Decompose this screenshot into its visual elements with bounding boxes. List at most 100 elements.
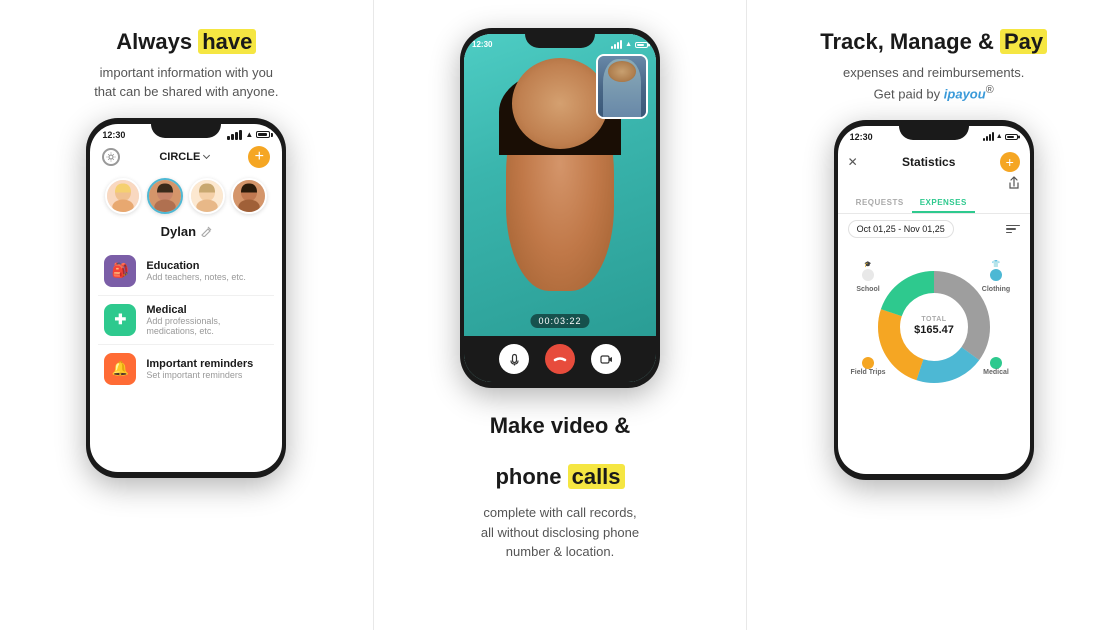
center-sub2: all without disclosing phone bbox=[481, 525, 639, 540]
signal-icons-left: ▲ bbox=[227, 130, 270, 140]
phone-body-left: 12:30 ▲ bbox=[86, 118, 286, 478]
status-time-center: 12:30 bbox=[472, 40, 492, 49]
tabs-row: REQUESTS EXPENSES bbox=[838, 194, 1030, 214]
center-heading: Make video & bbox=[490, 412, 631, 441]
rem-sub: Set important reminders bbox=[146, 370, 253, 380]
right-heading-plain: Track, Manage & bbox=[820, 29, 1000, 54]
right-sub: expenses and reimbursements. Get paid by… bbox=[843, 63, 1024, 104]
filter-line-2 bbox=[1006, 228, 1016, 230]
stat-header: ✕ Statistics + bbox=[838, 144, 1030, 176]
end-call-button[interactable] bbox=[545, 344, 575, 374]
med-title: Medical bbox=[146, 304, 268, 316]
right-sub2-plain: Get paid by bbox=[874, 86, 944, 101]
reminder-icon-wrap: 🔔 bbox=[104, 353, 136, 385]
phone-body-center: 12:30 ▲ bbox=[460, 28, 660, 388]
avatar-2[interactable] bbox=[147, 178, 183, 214]
right-sup: ® bbox=[986, 84, 994, 96]
stat-title: Statistics bbox=[902, 155, 955, 169]
center-phone-mockup: 12:30 ▲ bbox=[460, 28, 660, 388]
phone-body-right: 12:30 ▲ bbox=[834, 120, 1034, 480]
right-sub1: expenses and reimbursements. bbox=[843, 65, 1024, 80]
filter-icon[interactable] bbox=[1006, 225, 1020, 234]
heading-highlight: have bbox=[198, 29, 256, 54]
circle-text: CIRCLE bbox=[159, 151, 200, 163]
user-name-display: Dylan bbox=[90, 218, 282, 243]
center-panel: 12:30 ▲ bbox=[374, 0, 748, 630]
share-icon[interactable] bbox=[1008, 176, 1020, 190]
wifi-icon: ▲ bbox=[245, 130, 253, 139]
edit-icon bbox=[201, 226, 212, 237]
chart-area: TOTAL $165.47 🎓 School bbox=[838, 244, 1030, 404]
med-sub: Add professionals, medications, etc. bbox=[146, 316, 268, 336]
menu-item-education[interactable]: 🎒 Education Add teachers, notes, etc. bbox=[98, 247, 274, 296]
avatar-1[interactable] bbox=[105, 178, 141, 214]
education-icon-wrap: 🎒 bbox=[104, 255, 136, 287]
right-wifi-icon: ▲ bbox=[996, 133, 1003, 140]
menu-items-list: 🎒 Education Add teachers, notes, etc. ✚ bbox=[90, 243, 282, 397]
svg-text:Clothing: Clothing bbox=[981, 286, 1009, 293]
status-time-right: 12:30 bbox=[850, 132, 873, 142]
legend-school: 🎓 School bbox=[856, 261, 879, 293]
video-toggle-button[interactable] bbox=[591, 344, 621, 374]
right-phone-mockup: 12:30 ▲ bbox=[834, 120, 1034, 480]
right-heading: Track, Manage & Pay bbox=[820, 28, 1047, 57]
filter-line-3 bbox=[1006, 232, 1012, 234]
right-panel: Track, Manage & Pay expenses and reimbur… bbox=[747, 0, 1120, 630]
phone-screen-center: 12:30 ▲ bbox=[464, 34, 656, 382]
edu-sub: Add teachers, notes, etc. bbox=[146, 272, 246, 282]
date-range-button[interactable]: Oct 01,25 - Nov 01,25 bbox=[848, 220, 954, 238]
rem-title: Important reminders bbox=[146, 358, 253, 370]
stat-actions bbox=[838, 176, 1030, 194]
left-sub: important information with you that can … bbox=[94, 63, 278, 102]
left-panel: Always have important information with y… bbox=[0, 0, 374, 630]
stat-add-button[interactable]: + bbox=[1000, 152, 1020, 172]
sub-line1: important information with you bbox=[100, 65, 273, 80]
add-button-left[interactable]: + bbox=[248, 146, 270, 168]
avatar-3[interactable] bbox=[189, 178, 225, 214]
status-time-left: 12:30 bbox=[102, 130, 125, 140]
center-battery bbox=[635, 42, 648, 48]
avatar-4[interactable] bbox=[231, 178, 267, 214]
legend-clothing: 👕 Clothing bbox=[981, 260, 1009, 293]
svg-text:Medical: Medical bbox=[983, 369, 1009, 376]
filter-line-1 bbox=[1006, 225, 1020, 227]
menu-item-reminders[interactable]: 🔔 Important reminders Set important remi… bbox=[98, 345, 274, 393]
legend-medical: Medical bbox=[983, 357, 1009, 376]
tab-expenses[interactable]: EXPENSES bbox=[912, 194, 975, 213]
center-heading-pre: phone bbox=[495, 464, 567, 489]
heading-plain: Always bbox=[116, 29, 198, 54]
phone-notch-center bbox=[525, 28, 595, 48]
mute-button[interactable] bbox=[499, 344, 529, 374]
donut-chart: TOTAL $165.47 🎓 School bbox=[854, 249, 1014, 399]
center-sub3: number & location. bbox=[506, 544, 614, 559]
right-signal: ▲ bbox=[983, 132, 1018, 141]
menu-item-medical[interactable]: ✚ Medical Add professionals, medications… bbox=[98, 296, 274, 345]
svg-text:Field Trips: Field Trips bbox=[850, 369, 885, 376]
right-brand: ipayou bbox=[944, 86, 986, 101]
call-controls bbox=[464, 336, 656, 382]
close-button[interactable]: ✕ bbox=[848, 155, 858, 169]
left-heading: Always have bbox=[116, 28, 256, 57]
center-heading-plain: Make video & bbox=[490, 413, 631, 438]
pip-person bbox=[598, 56, 646, 117]
left-phone-mockup: 12:30 ▲ bbox=[86, 118, 286, 478]
call-timer: 00:03:22 bbox=[530, 314, 589, 328]
edu-title: Education bbox=[146, 260, 246, 272]
circle-label[interactable]: CIRCLE bbox=[159, 151, 209, 163]
tab-requests[interactable]: REQUESTS bbox=[848, 194, 912, 213]
right-heading-highlight: Pay bbox=[1000, 29, 1047, 54]
video-main-area: 00:03:22 bbox=[464, 34, 656, 336]
avatars-row bbox=[90, 174, 282, 218]
center-sub1: complete with call records, bbox=[483, 505, 636, 520]
chevron-icon bbox=[203, 152, 210, 159]
legend-fieldtrips: Field Trips bbox=[850, 357, 885, 376]
date-range-row: Oct 01,25 - Nov 01,25 bbox=[838, 214, 1030, 244]
settings-icon[interactable] bbox=[102, 148, 120, 166]
right-battery bbox=[1005, 134, 1018, 140]
svg-text:🎓: 🎓 bbox=[864, 261, 872, 268]
phone-screen-left: 12:30 ▲ bbox=[90, 124, 282, 472]
medical-icon-wrap: ✚ bbox=[104, 304, 136, 336]
screen-header-left: CIRCLE + bbox=[90, 142, 282, 174]
phone-screen-right: 12:30 ▲ bbox=[838, 126, 1030, 474]
sub-line2: that can be shared with anyone. bbox=[94, 84, 278, 99]
